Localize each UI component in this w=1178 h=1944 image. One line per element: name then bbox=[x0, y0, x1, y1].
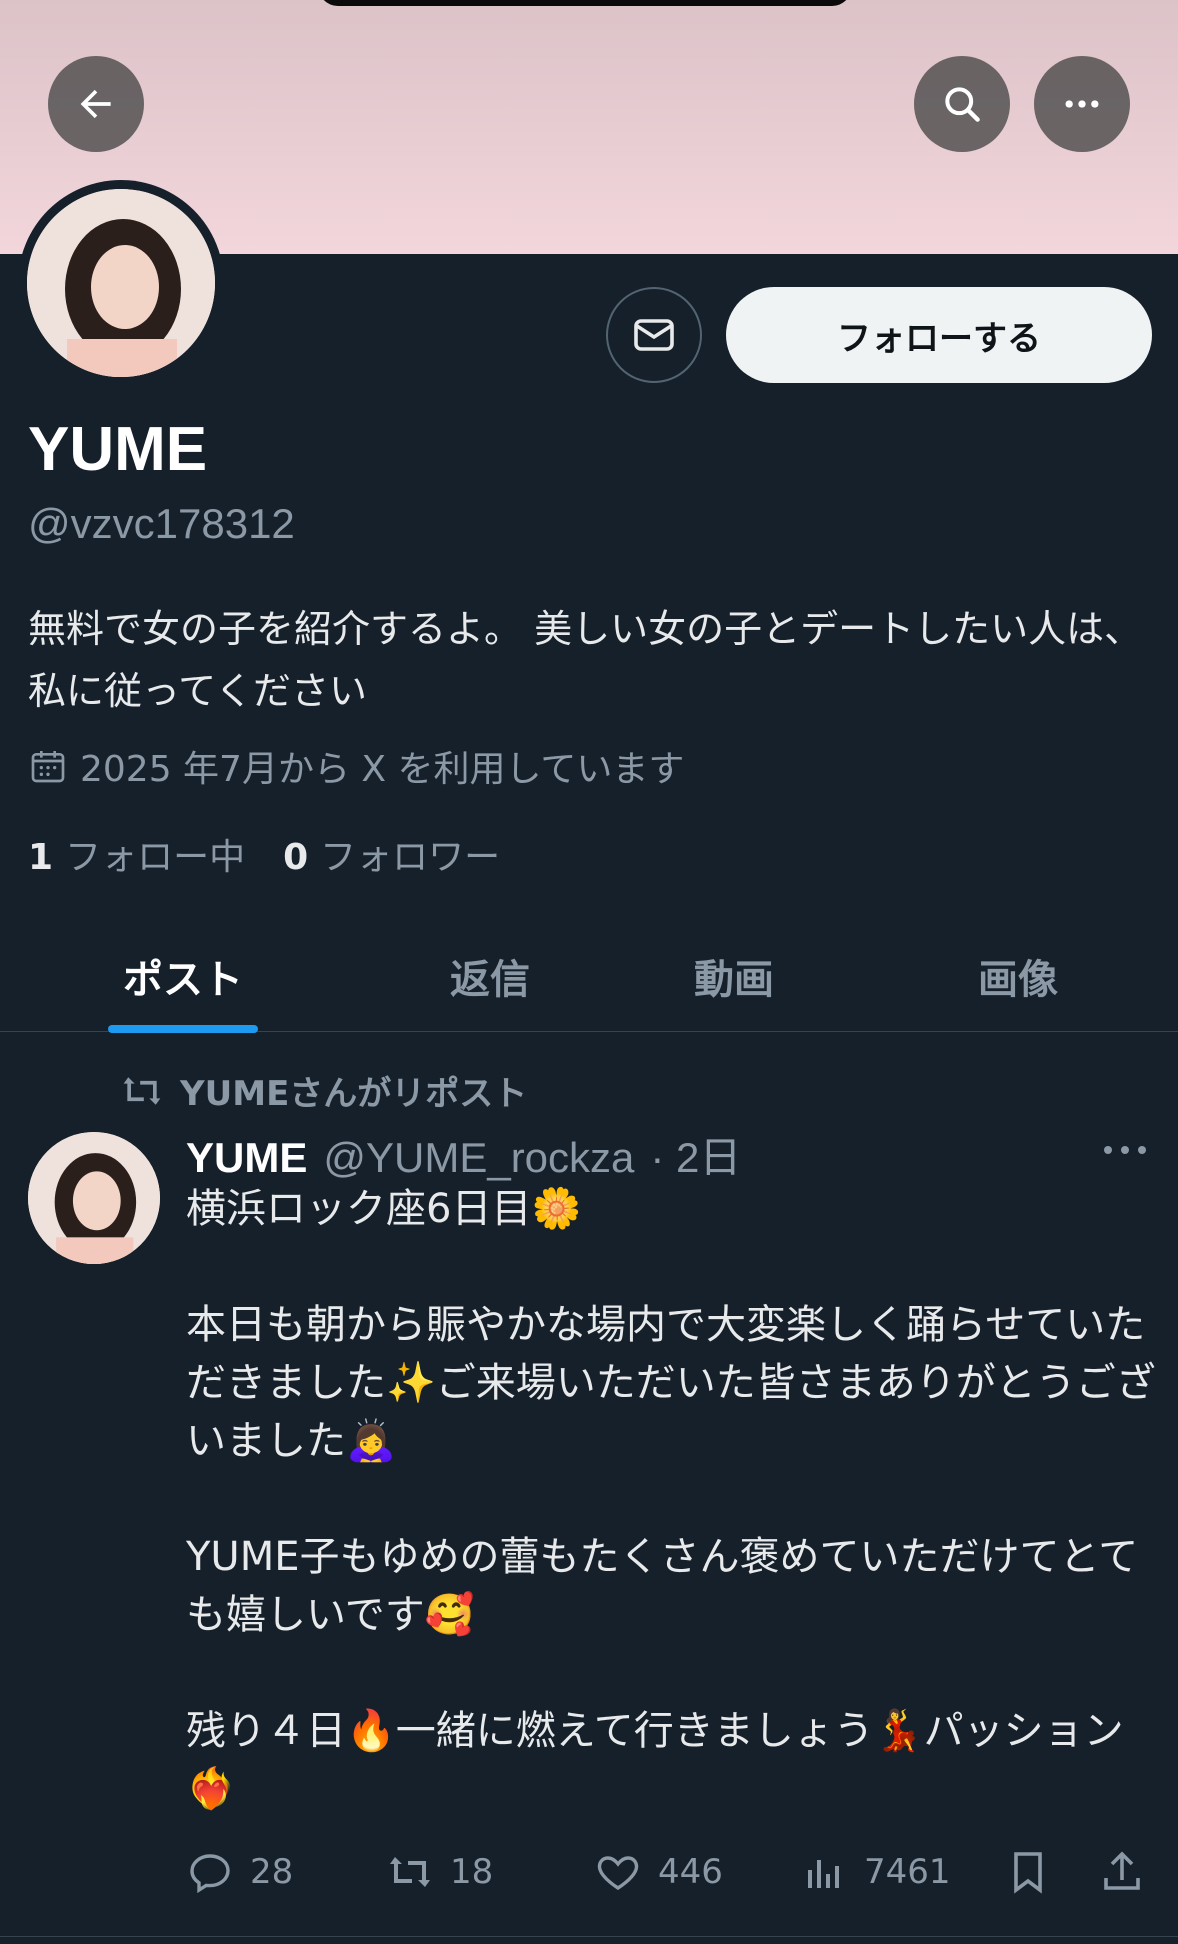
calendar-icon bbox=[31, 751, 65, 783]
reply-icon bbox=[190, 1854, 230, 1894]
repost-text: YUMEさんがリポスト bbox=[180, 1074, 528, 1114]
follow-button[interactable]: フォローする bbox=[726, 287, 1152, 383]
post-avatar-portrait bbox=[28, 1132, 160, 1264]
tab-posts[interactable]: ポスト bbox=[88, 920, 278, 1032]
bookmark-icon bbox=[1014, 1852, 1042, 1894]
post-author-name[interactable]: YUME bbox=[186, 1134, 307, 1182]
message-button[interactable] bbox=[606, 287, 702, 383]
share-button[interactable] bbox=[1098, 1842, 1146, 1902]
mail-icon bbox=[634, 319, 674, 351]
back-button[interactable] bbox=[48, 56, 144, 152]
tab-images[interactable]: 画像 bbox=[928, 920, 1108, 1032]
joined-date: 2025 年7月から X を利用しています bbox=[28, 740, 684, 792]
active-tab-indicator bbox=[108, 1025, 258, 1033]
heart-icon bbox=[597, 1856, 639, 1890]
repost-button[interactable]: 18 bbox=[386, 1842, 493, 1902]
profile-avatar-frame[interactable] bbox=[18, 180, 224, 386]
like-count: 446 bbox=[658, 1852, 723, 1892]
profile-tabs: ポスト 返信 動画 画像 bbox=[0, 920, 1178, 1033]
post-header: YUME @YUME_rockza · 2日 bbox=[186, 1124, 741, 1185]
repost-indicator[interactable]: YUMEさんがリポスト bbox=[120, 1066, 527, 1115]
profile-bio: 無料で女の子を紹介するよ。 美しい女の子とデートしたい人は、私に従ってください bbox=[28, 607, 1143, 713]
tab-videos[interactable]: 動画 bbox=[644, 920, 824, 1032]
follow-stats: 1 フォロー中 0 フォロワー bbox=[28, 828, 500, 880]
post-actions: 28 18 446 7461 bbox=[186, 1842, 1156, 1902]
retweet-icon bbox=[390, 1857, 430, 1887]
post-author-avatar[interactable] bbox=[28, 1132, 160, 1264]
post-author-handle[interactable]: @YUME_rockza bbox=[323, 1134, 634, 1182]
views-button[interactable]: 7461 bbox=[800, 1842, 951, 1902]
search-icon bbox=[945, 87, 980, 122]
device-notch bbox=[318, 0, 852, 6]
repost-count: 18 bbox=[450, 1852, 494, 1892]
post-body[interactable]: 横浜ロック座6日目🌼 本日も朝から賑やかな場内で大変楽しく踊らせていただきました… bbox=[186, 1180, 1156, 1818]
like-button[interactable]: 446 bbox=[594, 1842, 723, 1902]
post-more-icon[interactable] bbox=[1100, 1130, 1150, 1170]
back-arrow-icon bbox=[80, 89, 111, 119]
bookmark-button[interactable] bbox=[1004, 1842, 1052, 1902]
followers-link[interactable]: 0 フォロワー bbox=[283, 828, 500, 880]
profile-name: YUME bbox=[28, 415, 208, 484]
search-button[interactable] bbox=[914, 56, 1010, 152]
analytics-icon bbox=[808, 1860, 839, 1888]
view-count: 7461 bbox=[864, 1852, 951, 1892]
repost-icon bbox=[123, 1076, 161, 1105]
tab-replies[interactable]: 返信 bbox=[400, 920, 580, 1032]
following-link[interactable]: 1 フォロー中 bbox=[28, 828, 245, 880]
more-options-button[interactable] bbox=[1034, 56, 1130, 152]
more-icon bbox=[1065, 100, 1099, 108]
avatar bbox=[27, 189, 215, 377]
share-icon bbox=[1104, 1851, 1140, 1890]
post-divider bbox=[0, 1936, 1178, 1937]
post-time[interactable]: · 2日 bbox=[650, 1124, 741, 1185]
joined-text: 2025 年7月から X を利用しています bbox=[80, 749, 685, 790]
profile-handle: @vzvc178312 bbox=[28, 500, 295, 547]
reply-count: 28 bbox=[250, 1852, 294, 1892]
reply-button[interactable]: 28 bbox=[186, 1842, 293, 1902]
avatar-portrait bbox=[27, 189, 215, 377]
